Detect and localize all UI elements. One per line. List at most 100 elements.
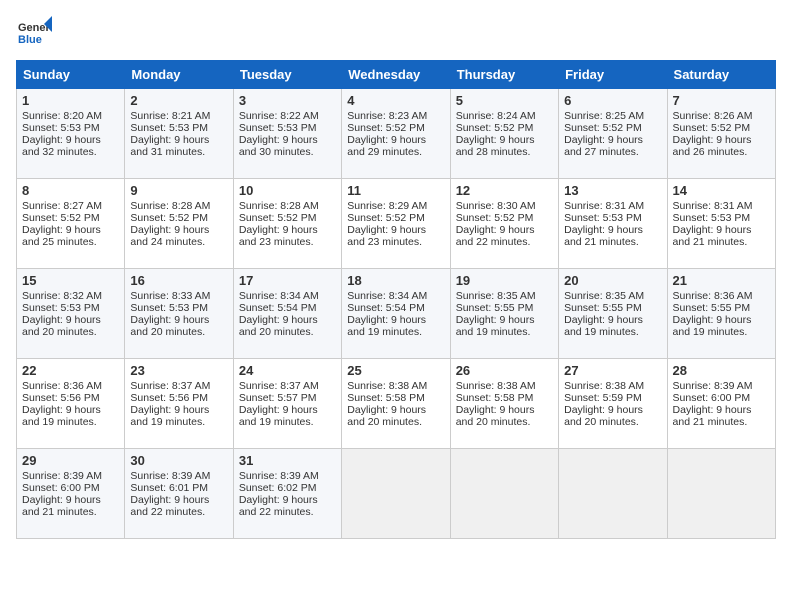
day-info: Sunset: 5:53 PM — [22, 302, 119, 314]
day-info: Sunrise: 8:27 AM — [22, 200, 119, 212]
calendar-cell: 8Sunrise: 8:27 AMSunset: 5:52 PMDaylight… — [17, 179, 125, 269]
day-number: 25 — [347, 363, 444, 378]
day-info: Sunrise: 8:32 AM — [22, 290, 119, 302]
day-info: Sunrise: 8:36 AM — [22, 380, 119, 392]
day-info: Sunset: 5:59 PM — [564, 392, 661, 404]
calendar-cell: 24Sunrise: 8:37 AMSunset: 5:57 PMDayligh… — [233, 359, 341, 449]
day-info: Sunset: 5:56 PM — [130, 392, 227, 404]
week-row-3: 15Sunrise: 8:32 AMSunset: 5:53 PMDayligh… — [17, 269, 776, 359]
day-info: Daylight: 9 hours and 23 minutes. — [239, 224, 336, 248]
day-info: Sunset: 5:52 PM — [22, 212, 119, 224]
calendar-cell: 22Sunrise: 8:36 AMSunset: 5:56 PMDayligh… — [17, 359, 125, 449]
day-info: Sunset: 5:55 PM — [673, 302, 770, 314]
day-info: Sunrise: 8:36 AM — [673, 290, 770, 302]
day-number: 1 — [22, 93, 119, 108]
day-info: Daylight: 9 hours and 19 minutes. — [130, 404, 227, 428]
calendar-cell: 27Sunrise: 8:38 AMSunset: 5:59 PMDayligh… — [559, 359, 667, 449]
day-number: 19 — [456, 273, 553, 288]
day-number: 20 — [564, 273, 661, 288]
day-info: Daylight: 9 hours and 21 minutes. — [673, 224, 770, 248]
week-row-4: 22Sunrise: 8:36 AMSunset: 5:56 PMDayligh… — [17, 359, 776, 449]
day-info: Sunset: 5:52 PM — [456, 212, 553, 224]
calendar-cell: 10Sunrise: 8:28 AMSunset: 5:52 PMDayligh… — [233, 179, 341, 269]
day-info: Sunrise: 8:34 AM — [239, 290, 336, 302]
calendar-cell: 13Sunrise: 8:31 AMSunset: 5:53 PMDayligh… — [559, 179, 667, 269]
day-number: 21 — [673, 273, 770, 288]
day-info: Sunrise: 8:24 AM — [456, 110, 553, 122]
calendar-cell: 18Sunrise: 8:34 AMSunset: 5:54 PMDayligh… — [342, 269, 450, 359]
calendar-cell: 21 Sunrise: 8:36 AMSunset: 5:55 PMDayligh… — [667, 269, 775, 359]
day-info: Sunrise: 8:37 AM — [130, 380, 227, 392]
day-info: Sunrise: 8:31 AM — [673, 200, 770, 212]
logo: General Blue — [16, 16, 52, 52]
day-info: Sunrise: 8:39 AM — [239, 470, 336, 482]
calendar-cell: 19Sunrise: 8:35 AMSunset: 5:55 PMDayligh… — [450, 269, 558, 359]
day-info: Daylight: 9 hours and 19 minutes. — [239, 404, 336, 428]
day-number: 29 — [22, 453, 119, 468]
day-info: Sunset: 5:55 PM — [564, 302, 661, 314]
day-info: Daylight: 9 hours and 24 minutes. — [130, 224, 227, 248]
day-info: Sunrise: 8:30 AM — [456, 200, 553, 212]
calendar-cell: 29Sunrise: 8:39 AMSunset: 6:00 PMDayligh… — [17, 449, 125, 539]
calendar-cell: 20Sunrise: 8:35 AMSunset: 5:55 PMDayligh… — [559, 269, 667, 359]
day-info: Daylight: 9 hours and 21 minutes. — [673, 404, 770, 428]
day-info: Sunrise: 8:38 AM — [456, 380, 553, 392]
day-number: 18 — [347, 273, 444, 288]
day-info: Sunset: 6:00 PM — [22, 482, 119, 494]
day-info: Sunset: 5:58 PM — [347, 392, 444, 404]
calendar-cell: 4Sunrise: 8:23 AMSunset: 5:52 PMDaylight… — [342, 89, 450, 179]
calendar-cell: 6Sunrise: 8:25 AMSunset: 5:52 PMDaylight… — [559, 89, 667, 179]
col-header-friday: Friday — [559, 61, 667, 89]
svg-text:Blue: Blue — [18, 34, 42, 46]
day-info: Sunrise: 8:35 AM — [456, 290, 553, 302]
day-info: Sunrise: 8:28 AM — [239, 200, 336, 212]
day-info: Daylight: 9 hours and 19 minutes. — [347, 314, 444, 338]
day-number: 28 — [673, 363, 770, 378]
day-info: Sunrise: 8:26 AM — [673, 110, 770, 122]
day-number: 3 — [239, 93, 336, 108]
day-info: Sunrise: 8:33 AM — [130, 290, 227, 302]
day-number: 14 — [673, 183, 770, 198]
week-row-2: 8Sunrise: 8:27 AMSunset: 5:52 PMDaylight… — [17, 179, 776, 269]
week-row-1: 1Sunrise: 8:20 AMSunset: 5:53 PMDaylight… — [17, 89, 776, 179]
day-info: Daylight: 9 hours and 20 minutes. — [347, 404, 444, 428]
calendar-table: SundayMondayTuesdayWednesdayThursdayFrid… — [16, 60, 776, 539]
calendar-cell: 3Sunrise: 8:22 AMSunset: 5:53 PMDaylight… — [233, 89, 341, 179]
day-number: 9 — [130, 183, 227, 198]
day-info: Daylight: 9 hours and 29 minutes. — [347, 134, 444, 158]
logo-icon: General Blue — [16, 16, 52, 52]
col-header-monday: Monday — [125, 61, 233, 89]
day-info: Daylight: 9 hours and 20 minutes. — [456, 404, 553, 428]
day-info: Daylight: 9 hours and 21 minutes. — [564, 224, 661, 248]
day-number: 5 — [456, 93, 553, 108]
day-info: Sunrise: 8:39 AM — [22, 470, 119, 482]
day-info: Sunrise: 8:35 AM — [564, 290, 661, 302]
day-number: 15 — [22, 273, 119, 288]
day-number: 30 — [130, 453, 227, 468]
day-info: Sunset: 5:58 PM — [456, 392, 553, 404]
day-info: Sunset: 5:53 PM — [130, 302, 227, 314]
day-number: 16 — [130, 273, 227, 288]
day-number: 4 — [347, 93, 444, 108]
day-number: 7 — [673, 93, 770, 108]
calendar-cell: 2Sunrise: 8:21 AMSunset: 5:53 PMDaylight… — [125, 89, 233, 179]
day-number: 13 — [564, 183, 661, 198]
day-info: Sunset: 5:52 PM — [673, 122, 770, 134]
calendar-cell: 9Sunrise: 8:28 AMSunset: 5:52 PMDaylight… — [125, 179, 233, 269]
week-row-5: 29Sunrise: 8:39 AMSunset: 6:00 PMDayligh… — [17, 449, 776, 539]
day-info: Sunset: 5:53 PM — [22, 122, 119, 134]
day-info: Sunset: 5:53 PM — [564, 212, 661, 224]
col-header-tuesday: Tuesday — [233, 61, 341, 89]
calendar-cell: 5Sunrise: 8:24 AMSunset: 5:52 PMDaylight… — [450, 89, 558, 179]
day-info: Sunrise: 8:38 AM — [347, 380, 444, 392]
day-info: Daylight: 9 hours and 20 minutes. — [564, 404, 661, 428]
day-info: Daylight: 9 hours and 19 minutes. — [673, 314, 770, 338]
calendar-cell: 16 Sunrise: 8:33 AMSunset: 5:53 PMDayligh… — [125, 269, 233, 359]
day-info: Sunset: 5:52 PM — [564, 122, 661, 134]
calendar-cell — [559, 449, 667, 539]
day-info: Sunset: 5:52 PM — [347, 122, 444, 134]
day-info: Daylight: 9 hours and 19 minutes. — [22, 404, 119, 428]
day-info: Daylight: 9 hours and 22 minutes. — [239, 494, 336, 518]
day-info: Daylight: 9 hours and 20 minutes. — [130, 314, 227, 338]
calendar-cell: 7Sunrise: 8:26 AMSunset: 5:52 PMDaylight… — [667, 89, 775, 179]
